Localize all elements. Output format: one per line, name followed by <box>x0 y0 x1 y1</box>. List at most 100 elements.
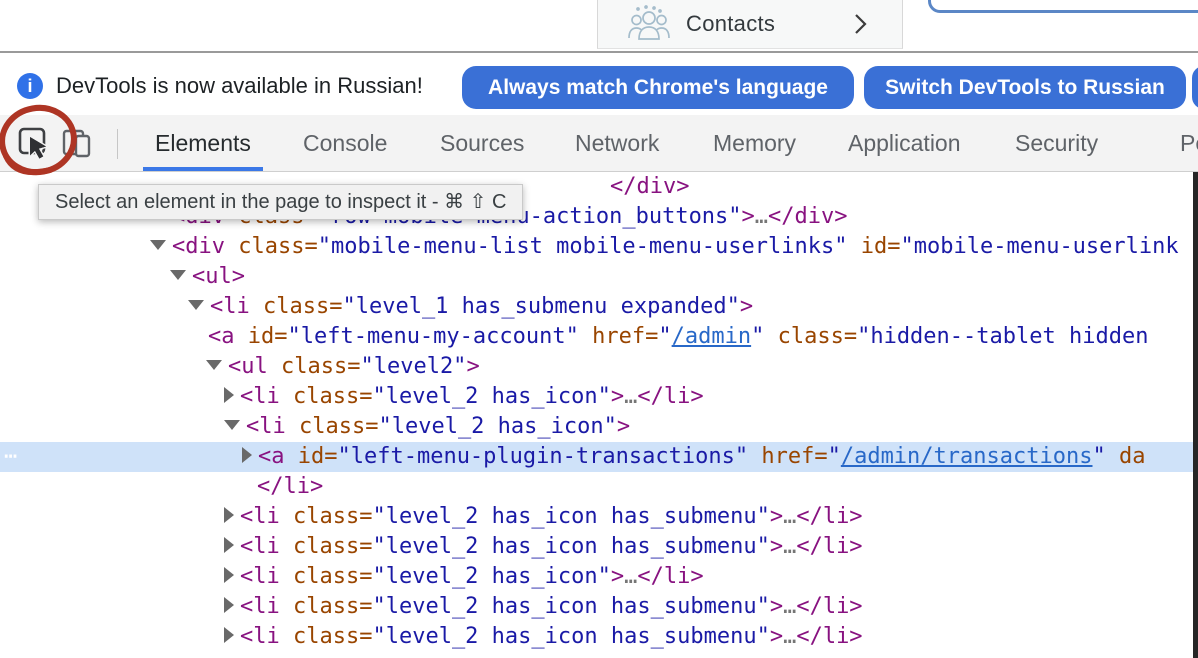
expand-arrow-closed-icon[interactable] <box>224 567 234 583</box>
expand-arrow-closed-icon[interactable] <box>224 387 234 403</box>
token-val: "left-menu-plugin-transactions" <box>337 444 748 469</box>
dom-tree-line[interactable]: <ul> <box>0 262 1198 292</box>
page-top-strip: Contacts <box>0 0 1198 53</box>
token-tag: </li> <box>637 384 703 409</box>
token-val: "mobile-menu-userlink <box>901 234 1179 259</box>
expand-arrow-closed-icon[interactable] <box>242 447 252 463</box>
elements-tree[interactable]: </div><div class="row mobile-menu-action… <box>0 172 1198 658</box>
site-menu-panel: Contacts <box>597 0 903 49</box>
token-tag: > <box>611 564 624 589</box>
dom-tree-line[interactable]: <li class="level_2 has_icon has_submenu"… <box>0 532 1198 562</box>
token-val: "hidden--tablet hidden <box>857 324 1148 349</box>
tab-application[interactable]: Application <box>836 115 973 171</box>
token-attr: class= <box>286 414 379 439</box>
token-ell: … <box>783 504 796 529</box>
token-val: " <box>1093 444 1106 469</box>
dom-tree-line[interactable]: <li class="level_2 has_icon has_submenu"… <box>0 592 1198 622</box>
token-tag: <li <box>240 564 280 589</box>
token-val: "level_2 has_icon" <box>372 384 610 409</box>
token-attr: class= <box>225 234 318 259</box>
inspect-element-icon[interactable] <box>16 125 54 163</box>
tab-pe[interactable]: Pe <box>1168 115 1198 171</box>
token-val: "level_2 has_icon has_submenu" <box>372 624 769 649</box>
token-tag: <li <box>210 294 250 319</box>
dom-tree-line[interactable]: <ul class="level2"> <box>0 352 1198 382</box>
dom-tree-line[interactable]: <a id="left-menu-my-account" href="/admi… <box>0 322 1198 352</box>
token-tag: <li <box>240 624 280 649</box>
dom-tree-line[interactable]: <li class="level_2 has_icon has_submenu"… <box>0 622 1198 652</box>
token-attr: class= <box>280 624 373 649</box>
tab-memory[interactable]: Memory <box>701 115 808 171</box>
token-tag: > <box>770 624 783 649</box>
dom-tree-line[interactable]: </li> <box>0 472 1198 502</box>
tab-sources[interactable]: Sources <box>428 115 536 171</box>
expand-arrow-open-icon[interactable] <box>206 360 222 370</box>
cutoff-button-edge[interactable] <box>1192 66 1198 109</box>
token-tag: > <box>740 294 753 319</box>
token-tag: > <box>466 354 479 379</box>
devtools-toolbar: Elements Console Sources Network Memory Appli… <box>0 115 1198 172</box>
expand-arrow-open-icon[interactable] <box>170 270 186 280</box>
match-chrome-language-button[interactable]: Always match Chrome's language <box>462 66 854 109</box>
token-attr: class= <box>280 564 373 589</box>
switch-devtools-russian-button[interactable]: Switch DevTools to Russian <box>864 66 1186 109</box>
expand-arrow-open-icon[interactable] <box>150 240 166 250</box>
token-tag: </li> <box>796 504 862 529</box>
token-attr: id= <box>235 324 288 349</box>
token-attr: id= <box>285 444 338 469</box>
devtools-infobar: i DevTools is now available in Russian! … <box>0 55 1198 115</box>
page-input-box[interactable] <box>928 0 1198 13</box>
tab-console[interactable]: Console <box>291 115 399 171</box>
tab-elements[interactable]: Elements <box>143 115 263 171</box>
token-link: /admin/transactions <box>841 444 1093 469</box>
token-tag: <a <box>258 444 285 469</box>
expand-arrow-closed-icon[interactable] <box>224 627 234 643</box>
token-val: " <box>828 444 841 469</box>
token-tag: </div> <box>768 204 847 229</box>
expand-arrow-open-icon[interactable] <box>224 420 240 430</box>
token-tag: </li> <box>637 564 703 589</box>
token-ell: … <box>783 624 796 649</box>
dom-tree-line[interactable]: <div class="mobile-menu-list mobile-menu… <box>0 232 1198 262</box>
token-val: " <box>751 324 764 349</box>
token-tag: </li> <box>796 594 862 619</box>
dom-tree-line[interactable]: <li class="level_2 has_icon has_submenu"… <box>0 502 1198 532</box>
token-val: "level_2 has_icon has_submenu" <box>372 504 769 529</box>
expand-arrow-closed-icon[interactable] <box>224 537 234 553</box>
token-attr: class= <box>250 294 343 319</box>
expand-arrow-open-icon[interactable] <box>188 300 204 310</box>
expand-arrow-closed-icon[interactable] <box>224 507 234 523</box>
dom-tree-line[interactable]: <li class="level_2 has_icon">…</li> <box>0 382 1198 412</box>
expand-arrow-closed-icon[interactable] <box>224 597 234 613</box>
dom-tree-line[interactable]: <li class="level_1 has_submenu expanded"… <box>0 292 1198 322</box>
tab-network[interactable]: Network <box>563 115 671 171</box>
contacts-label: Contacts <box>686 11 775 37</box>
dom-tree-line[interactable]: <li class="level_2 has_icon"> <box>0 412 1198 442</box>
dom-tree-line-selected[interactable]: ⋯<a id="left-menu-plugin-transactions" h… <box>0 442 1198 472</box>
token-tag: > <box>742 204 755 229</box>
token-tag: </li> <box>796 534 862 559</box>
chevron-right-icon <box>854 13 868 35</box>
menu-item-contacts[interactable]: Contacts <box>598 0 902 48</box>
token-attr: class= <box>280 534 373 559</box>
token-tag: </div> <box>610 174 689 199</box>
device-toolbar-icon[interactable] <box>62 126 92 160</box>
more-actions-icon[interactable]: ⋯ <box>4 442 15 472</box>
infobar-message: DevTools is now available in Russian! <box>56 73 423 99</box>
token-attr: class= <box>280 594 373 619</box>
tab-security[interactable]: Security <box>1003 115 1110 171</box>
token-tag: <li <box>240 384 280 409</box>
token-val: "level_2 has_icon" <box>372 564 610 589</box>
token-val: "mobile-menu-list mobile-menu-userlinks" <box>318 234 848 259</box>
token-ell: … <box>624 564 637 589</box>
token-ell: … <box>755 204 768 229</box>
token-attr: class= <box>268 354 361 379</box>
token-tag: > <box>770 534 783 559</box>
dom-tree-line[interactable]: <li class="level_2 has_icon">…</li> <box>0 562 1198 592</box>
token-tag: <li <box>246 414 286 439</box>
right-edge-scrollbar[interactable] <box>1193 172 1198 658</box>
token-tag: <li <box>240 504 280 529</box>
token-tag: <ul> <box>192 264 245 289</box>
token-tag: </li> <box>796 624 862 649</box>
token-val: "level2" <box>360 354 466 379</box>
